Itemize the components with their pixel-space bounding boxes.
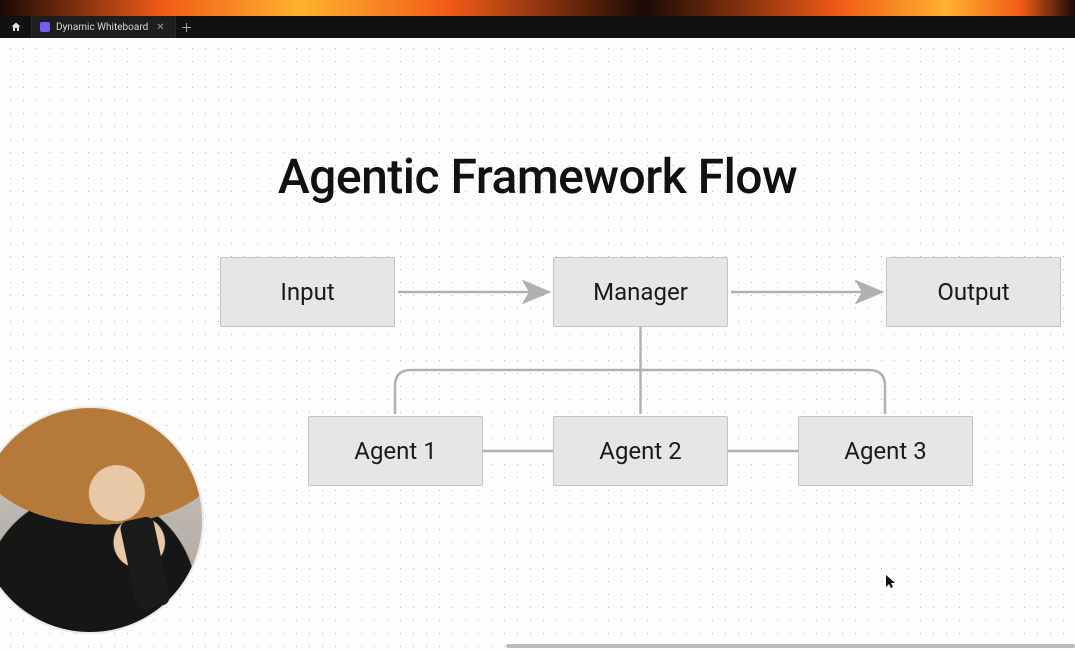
diagram-title: Agentic Framework Flow (0, 148, 1075, 205)
whiteboard-canvas[interactable]: Agentic Framework Flow Input Manager Out… (0, 38, 1075, 650)
horizontal-scrollbar[interactable] (506, 644, 1075, 648)
node-label: Agent 3 (844, 437, 926, 465)
new-tab-button[interactable]: ＋ (176, 16, 198, 38)
node-agent-2[interactable]: Agent 2 (553, 416, 728, 486)
tab-bar: Dynamic Whiteboard ✕ ＋ (0, 16, 1075, 38)
node-label: Agent 1 (354, 437, 436, 465)
cursor-icon (886, 574, 898, 588)
tab-title: Dynamic Whiteboard (56, 22, 148, 33)
node-label: Output (937, 278, 1009, 306)
edge-brace (395, 370, 885, 414)
top-banner (0, 0, 1075, 16)
presenter-avatar (0, 408, 202, 632)
node-label: Input (280, 278, 334, 306)
node-label: Agent 2 (599, 437, 681, 465)
tab-icon (40, 22, 50, 32)
node-input[interactable]: Input (220, 257, 395, 327)
tab-dynamic-whiteboard[interactable]: Dynamic Whiteboard ✕ (32, 16, 176, 38)
node-manager[interactable]: Manager (553, 257, 728, 327)
node-agent-3[interactable]: Agent 3 (798, 416, 973, 486)
close-tab-button[interactable]: ✕ (154, 22, 166, 33)
home-button[interactable] (0, 16, 32, 38)
home-icon (10, 21, 22, 33)
node-agent-1[interactable]: Agent 1 (308, 416, 483, 486)
node-output[interactable]: Output (886, 257, 1061, 327)
node-label: Manager (593, 278, 688, 306)
microphone-icon (119, 515, 171, 610)
